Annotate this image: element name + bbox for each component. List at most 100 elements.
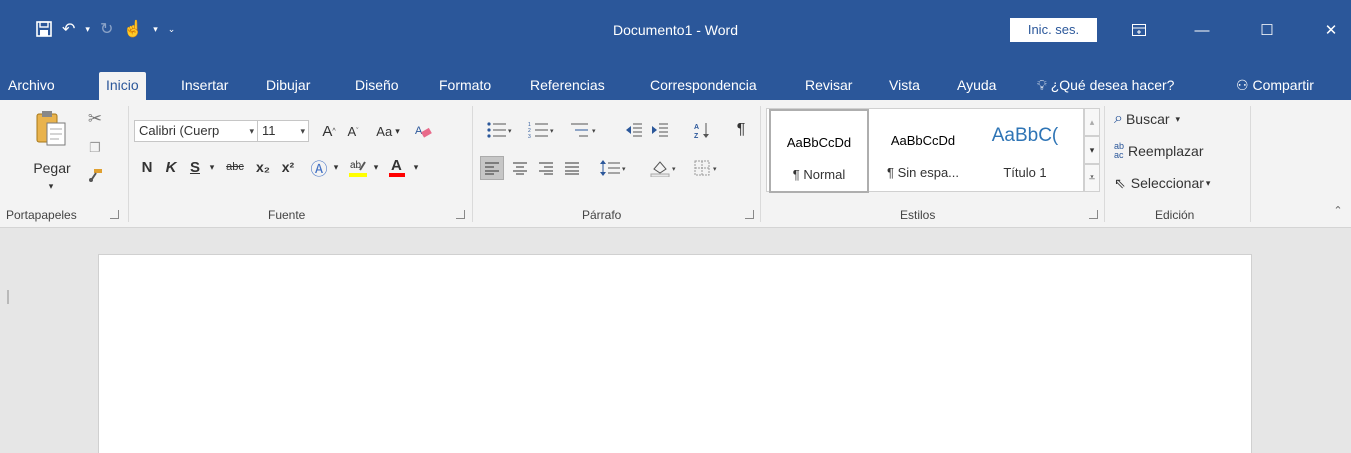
cut-icon[interactable]: ✂ [84, 108, 106, 130]
font-launcher-icon[interactable] [456, 210, 465, 219]
font-size-dropdown-icon[interactable]: ▾ [300, 121, 305, 141]
copy-icon[interactable]: ❐ [84, 138, 106, 158]
group-separator [472, 106, 473, 222]
tab-dibujar[interactable]: Dibujar [266, 72, 310, 100]
style-normal[interactable]: AaBbCcDd ¶ Normal [769, 109, 869, 193]
font-group-label: Fuente [268, 208, 306, 222]
select-button[interactable]: ⇖ Seleccionar ▾ [1114, 172, 1210, 194]
svg-text:A: A [391, 157, 402, 174]
superscript-button[interactable]: x² [277, 156, 299, 178]
tell-me-label: ¿Qué desea hacer? [1050, 77, 1175, 93]
bullets-icon[interactable]: ▾ [480, 118, 520, 142]
find-dropdown-icon: ▾ [1175, 113, 1181, 124]
find-button[interactable]: ⌕ Buscar ▾ [1114, 108, 1180, 130]
sign-in-button[interactable]: Inic. ses. [1010, 18, 1097, 42]
undo-dropdown-icon[interactable]: ▾ [85, 18, 90, 40]
subscript-button[interactable]: x₂ [252, 156, 274, 178]
tab-correspondencia[interactable]: Correspondencia [650, 72, 757, 100]
document-page[interactable] [98, 254, 1252, 453]
increase-indent-icon[interactable] [648, 118, 672, 142]
align-right-icon[interactable] [534, 156, 558, 180]
redo-icon[interactable]: ↻ [100, 18, 113, 40]
paste-dropdown-icon[interactable]: ▾ [44, 180, 58, 192]
styles-scroll-up-icon[interactable]: ▴ [1084, 108, 1100, 136]
strikethrough-button[interactable]: abc [222, 156, 248, 178]
tab-diseno[interactable]: Diseño [355, 72, 399, 100]
sort-icon[interactable]: AZ [690, 118, 714, 142]
tab-revisar[interactable]: Revisar [805, 72, 852, 100]
text-effects-dropdown-icon[interactable]: ▾ [330, 156, 342, 178]
ribbon-display-options-icon[interactable] [1124, 16, 1154, 44]
clipboard-group-label: Portapapeles [6, 208, 77, 222]
change-case-label: Aa [376, 123, 393, 139]
underline-button[interactable]: S [186, 156, 204, 178]
font-name-combo[interactable]: Calibri (Cuerp ▾ [134, 120, 258, 142]
title-bar: ↶ ▾ ↻ ☝ ▾ ⌄ Documento1 - Word Inic. ses.… [0, 0, 1351, 64]
undo-icon[interactable]: ↶ [62, 18, 75, 40]
align-center-icon[interactable] [508, 156, 532, 180]
numbering-icon[interactable]: 1 2 3 ▾ [522, 118, 562, 142]
maximize-icon[interactable]: ☐ [1252, 16, 1282, 44]
clipboard-launcher-icon[interactable] [110, 210, 119, 219]
align-left-icon[interactable] [480, 156, 504, 180]
paste-clipboard-icon[interactable] [34, 108, 68, 148]
clear-formatting-icon[interactable]: A [412, 120, 434, 142]
minimize-icon[interactable]: — [1187, 16, 1217, 44]
style-no-spacing[interactable]: AaBbCcDd ¶ Sin espa... [871, 109, 975, 193]
decrease-indent-icon[interactable] [622, 118, 646, 142]
tab-insertar[interactable]: Insertar [181, 72, 228, 100]
share-button[interactable]: ⚇ Compartir [1236, 72, 1314, 100]
tab-inicio[interactable]: Inicio [99, 72, 146, 100]
styles-more-icon[interactable]: ⩡ [1084, 164, 1100, 192]
editing-group-label: Edición [1155, 208, 1195, 222]
multilevel-list-icon[interactable]: ▾ [564, 118, 604, 142]
tab-ayuda[interactable]: Ayuda [957, 72, 996, 100]
touch-dropdown-icon[interactable]: ▾ [153, 18, 158, 40]
customize-qat-icon[interactable]: ⌄ [168, 18, 176, 40]
highlight-dropdown-icon[interactable]: ▾ [370, 156, 382, 178]
group-separator [128, 106, 129, 222]
shading-icon[interactable]: ▾ [646, 156, 682, 180]
lightbulb-icon: 💡︎ [1037, 77, 1047, 93]
format-painter-icon[interactable] [84, 164, 106, 186]
touch-mode-icon[interactable]: ☝ [123, 18, 143, 40]
borders-icon[interactable]: ▾ [690, 156, 726, 180]
bold-button[interactable]: N [138, 156, 156, 178]
styles-scroll-down-icon[interactable]: ▾ [1084, 136, 1100, 164]
replace-button[interactable]: ab ac Reemplazar [1114, 140, 1204, 162]
change-case-button[interactable]: Aa ▾ [368, 120, 408, 142]
highlight-color-icon[interactable]: ab [346, 154, 370, 180]
grow-font-icon[interactable]: A ^ [318, 120, 340, 142]
tell-me-search[interactable]: 💡︎ ¿Qué desea hacer? [1037, 72, 1174, 100]
text-effects-icon[interactable]: Ⓐ [308, 156, 330, 179]
styles-group-label: Estilos [900, 208, 936, 222]
justify-icon[interactable] [560, 156, 584, 180]
paragraph-launcher-icon[interactable] [745, 210, 754, 219]
tab-referencias[interactable]: Referencias [530, 72, 605, 100]
font-size-combo[interactable]: 11 ▾ [257, 120, 309, 142]
font-color-dropdown-icon[interactable]: ▾ [410, 156, 422, 178]
tab-archivo[interactable]: Archivo [8, 72, 55, 100]
style-sample: AaBbCcDd [786, 135, 852, 150]
paste-button[interactable]: Pegar [30, 160, 74, 176]
style-sample: AaBbC( [991, 125, 1059, 146]
svg-text:▾: ▾ [592, 128, 596, 135]
show-hide-formatting-icon[interactable]: ¶ [730, 118, 752, 142]
save-icon[interactable] [36, 18, 52, 40]
font-name-dropdown-icon[interactable]: ▾ [249, 121, 254, 141]
font-color-icon[interactable]: A [386, 154, 408, 180]
style-sample: AaBbCcDd [890, 133, 956, 148]
collapse-ribbon-icon[interactable]: ⌃ [1330, 202, 1346, 218]
style-heading-1[interactable]: AaBbC( Título 1 [977, 109, 1073, 193]
tab-vista[interactable]: Vista [889, 72, 920, 100]
styles-launcher-icon[interactable] [1089, 210, 1098, 219]
group-separator [760, 106, 761, 222]
italic-button[interactable]: K [162, 156, 180, 178]
font-name-value: Calibri (Cuerp [139, 123, 220, 138]
shrink-font-icon[interactable]: Aˇ [342, 120, 364, 142]
close-icon[interactable]: ✕ [1316, 16, 1346, 44]
line-spacing-icon[interactable]: ▾ [596, 156, 632, 180]
tab-formato[interactable]: Formato [439, 72, 491, 100]
underline-dropdown-icon[interactable]: ▾ [206, 156, 218, 178]
select-label: Seleccionar [1130, 175, 1204, 191]
